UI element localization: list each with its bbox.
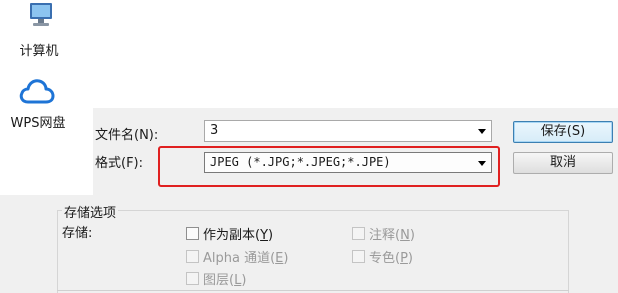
- checkbox-label: 注释(N): [369, 228, 415, 243]
- cancel-button[interactable]: 取消: [513, 152, 613, 174]
- filename-input[interactable]: 3: [204, 120, 492, 142]
- checkbox-box: [352, 250, 365, 263]
- alpha-channel-checkbox: Alpha 通道(E): [186, 247, 288, 266]
- storage-label: 存储:: [62, 226, 93, 241]
- cloud-icon: [18, 76, 56, 106]
- checkbox-box[interactable]: [186, 227, 199, 240]
- checkbox-label: 作为副本(Y): [203, 228, 274, 243]
- layers-checkbox: 图层(L): [186, 269, 246, 288]
- storage-options-title: 存储选项: [62, 202, 119, 221]
- nav-item-label: WPS网盘: [10, 116, 66, 131]
- computer-icon: [26, 2, 56, 28]
- chevron-down-icon[interactable]: [473, 121, 491, 141]
- checkbox-label: 图层(L): [203, 273, 247, 288]
- checkbox-box: [352, 227, 365, 240]
- navigation-pane: 计算机 WPS网盘: [0, 0, 93, 195]
- save-button[interactable]: 保存(S): [513, 121, 613, 143]
- checkbox-box: [186, 250, 199, 263]
- save-as-copy-checkbox[interactable]: 作为副本(Y): [186, 224, 273, 243]
- checkbox-label: Alpha 通道(E): [203, 251, 289, 266]
- storage-options-group: [57, 210, 569, 293]
- checkbox-box: [186, 272, 199, 285]
- file-list[interactable]: [93, 0, 618, 108]
- notes-checkbox: 注释(N): [352, 224, 415, 243]
- format-label: 格式(F):: [95, 156, 144, 171]
- divider: [57, 290, 569, 291]
- checkbox-label: 专色(P): [369, 251, 413, 266]
- filename-value: 3: [210, 123, 219, 138]
- filename-label: 文件名(N):: [95, 128, 159, 143]
- spot-color-checkbox: 专色(P): [352, 247, 413, 266]
- nav-item-label: 计算机: [19, 44, 59, 59]
- highlight-box: [158, 146, 500, 187]
